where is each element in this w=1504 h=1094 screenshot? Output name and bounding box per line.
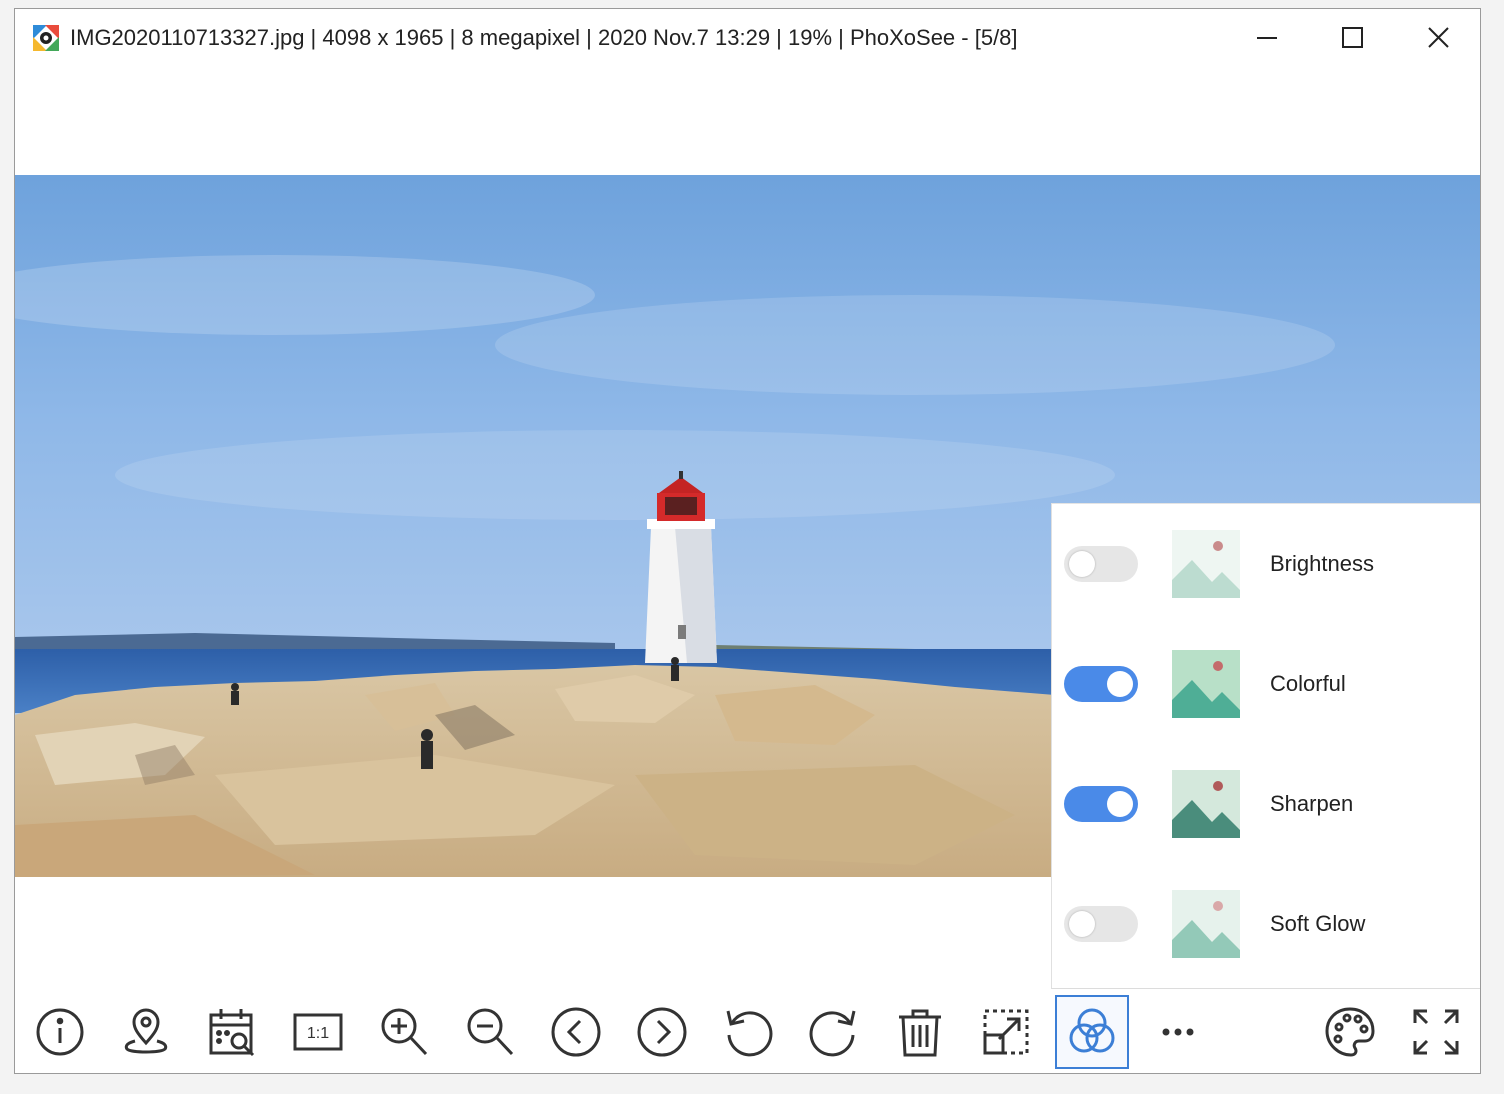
info-icon xyxy=(36,1008,84,1056)
landscape-thumbnail-icon xyxy=(1172,530,1240,598)
filter-label: Colorful xyxy=(1270,671,1346,696)
title-bar: IMG2020110713327.jpg | 4098 x 1965 | 8 m… xyxy=(15,9,1480,67)
filter-label: Soft Glow xyxy=(1270,911,1366,936)
fullscreen-button[interactable] xyxy=(1399,995,1473,1069)
fullscreen-icon xyxy=(1413,1009,1459,1055)
next-button[interactable] xyxy=(625,995,699,1069)
zoom-out-button[interactable] xyxy=(453,995,527,1069)
bottom-toolbar: 1:1 xyxy=(15,987,1480,1073)
previous-button[interactable] xyxy=(539,995,613,1069)
minimize-icon xyxy=(1257,37,1277,39)
close-icon xyxy=(1428,27,1449,48)
sharpen-toggle[interactable] xyxy=(1064,786,1138,822)
close-button[interactable] xyxy=(1423,23,1453,53)
toggle-knob xyxy=(1069,911,1095,937)
palette-button[interactable] xyxy=(1313,995,1387,1069)
resize-button[interactable] xyxy=(969,995,1043,1069)
location-button[interactable] xyxy=(109,995,183,1069)
toggle-knob xyxy=(1107,791,1133,817)
next-icon xyxy=(637,1007,687,1057)
filter-effects-button[interactable] xyxy=(1055,995,1129,1069)
landscape-thumbnail-icon xyxy=(1172,650,1240,718)
location-pin-icon xyxy=(124,1008,168,1054)
maximize-button[interactable] xyxy=(1337,23,1367,53)
rotate-left-button[interactable] xyxy=(711,995,785,1069)
maximize-icon xyxy=(1342,27,1363,48)
rotate-left-icon xyxy=(726,1010,773,1057)
more-icon xyxy=(1162,1028,1194,1036)
zoom-out-icon xyxy=(467,1008,514,1056)
photo-viewer-window: IMG2020110713327.jpg | 4098 x 1965 | 8 m… xyxy=(14,8,1481,1074)
delete-button[interactable] xyxy=(883,995,957,1069)
landscape-thumbnail-icon xyxy=(1172,890,1240,958)
toggle-knob xyxy=(1069,551,1095,577)
actual-size-icon: 1:1 xyxy=(293,1013,343,1051)
rotate-right-button[interactable] xyxy=(797,995,871,1069)
toggle-knob xyxy=(1107,671,1133,697)
previous-icon xyxy=(551,1007,601,1057)
calendar-search-button[interactable] xyxy=(195,995,269,1069)
filter-label: Brightness xyxy=(1270,551,1374,576)
window-title: IMG2020110713327.jpg | 4098 x 1965 | 8 m… xyxy=(70,25,1018,50)
palette-icon xyxy=(1325,1007,1375,1057)
resize-icon xyxy=(983,1009,1029,1055)
actual-size-text: 1:1 xyxy=(307,1025,329,1042)
filter-label: Sharpen xyxy=(1270,791,1354,816)
app-logo-icon xyxy=(31,23,61,53)
rotate-right-icon xyxy=(809,1010,856,1057)
landscape-thumbnail-icon xyxy=(1172,770,1240,838)
info-button[interactable] xyxy=(23,995,97,1069)
zoom-in-icon xyxy=(381,1008,428,1056)
actual-size-button[interactable]: 1:1 xyxy=(281,995,355,1069)
delete-icon xyxy=(899,1009,941,1057)
minimize-button[interactable] xyxy=(1252,23,1282,53)
calendar-search-icon xyxy=(209,1009,255,1057)
brightness-toggle[interactable] xyxy=(1064,546,1138,582)
filter-effects-panel: Brightness Colorful Sharpen Soft Glow xyxy=(1051,503,1480,989)
filter-effects-icon xyxy=(1069,1008,1115,1053)
more-button[interactable] xyxy=(1141,995,1215,1069)
filter-row-sharpen: Sharpen xyxy=(1052,744,1480,864)
zoom-in-button[interactable] xyxy=(367,995,441,1069)
filter-row-brightness: Brightness xyxy=(1052,504,1480,624)
soft-glow-toggle[interactable] xyxy=(1064,906,1138,942)
filter-row-soft-glow: Soft Glow xyxy=(1052,864,1480,984)
colorful-toggle[interactable] xyxy=(1064,666,1138,702)
filter-row-colorful: Colorful xyxy=(1052,624,1480,744)
